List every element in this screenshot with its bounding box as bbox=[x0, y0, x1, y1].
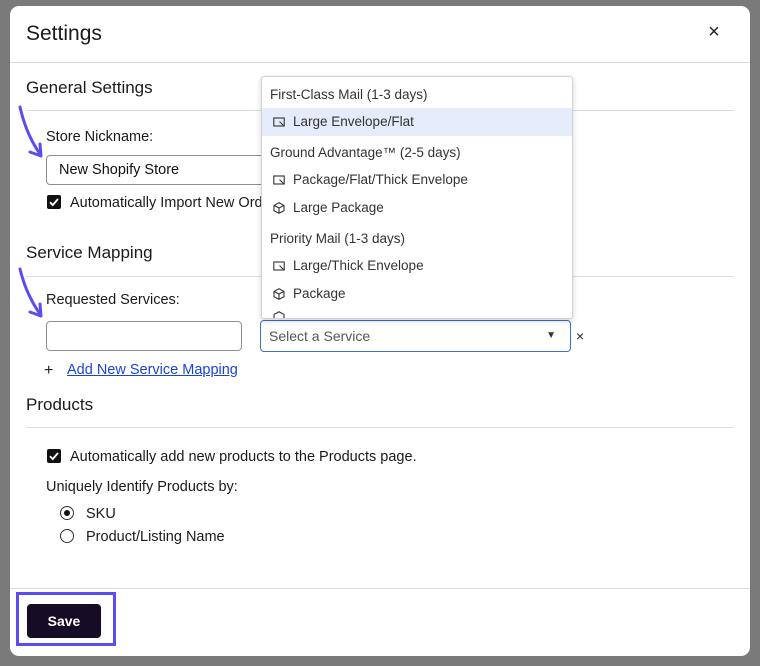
requested-services-label: Requested Services: bbox=[46, 292, 180, 308]
products-divider bbox=[26, 427, 734, 428]
box-icon bbox=[273, 311, 285, 318]
sku-radio-label: SKU bbox=[86, 506, 116, 522]
auto-import-checkbox[interactable] bbox=[47, 195, 61, 209]
annotation-arrow-icon bbox=[18, 105, 43, 158]
box-icon bbox=[273, 202, 285, 214]
auto-add-products-checkbox[interactable] bbox=[47, 449, 61, 463]
envelope-icon bbox=[273, 175, 285, 185]
requested-service-input[interactable] bbox=[46, 321, 242, 351]
sku-radio[interactable] bbox=[60, 506, 74, 520]
product-name-radio-label: Product/Listing Name bbox=[86, 529, 225, 545]
service-dropdown-menu: First-Class Mail (1-3 days) Large Envelo… bbox=[261, 76, 573, 319]
dropdown-item-label: Package/Flat/Thick Envelope bbox=[293, 172, 468, 187]
chevron-down-icon: ▼ bbox=[546, 330, 556, 341]
product-name-radio[interactable] bbox=[60, 529, 74, 543]
header-divider bbox=[10, 62, 750, 63]
clear-mapping-button[interactable]: × bbox=[576, 328, 584, 344]
save-button[interactable]: Save bbox=[27, 604, 101, 638]
auto-import-label: Automatically Import New Ord bbox=[70, 195, 263, 211]
dropdown-group-ground-advantage: Ground Advantage™ (2-5 days) bbox=[270, 145, 461, 160]
dropdown-item-label: Large Envelope/Flat bbox=[293, 114, 414, 129]
dropdown-item-package[interactable]: Package bbox=[262, 280, 572, 308]
service-mapping-title: Service Mapping bbox=[26, 243, 153, 262]
dropdown-item-large-envelope-flat[interactable]: Large Envelope/Flat bbox=[262, 108, 572, 136]
modal-title: Settings bbox=[26, 22, 102, 45]
box-icon bbox=[273, 288, 285, 300]
dropdown-item-label: Package bbox=[293, 286, 346, 301]
footer-divider bbox=[10, 588, 750, 589]
dropdown-item-label: Large/Thick Envelope bbox=[293, 258, 424, 273]
settings-modal: Settings × General Settings Store Nickna… bbox=[10, 6, 750, 656]
envelope-icon bbox=[273, 261, 285, 271]
dropdown-item-package-flat-thick-envelope[interactable]: Package/Flat/Thick Envelope bbox=[262, 166, 572, 194]
service-select-placeholder: Select a Service bbox=[269, 328, 371, 344]
close-button[interactable]: × bbox=[702, 20, 726, 44]
identify-products-label: Uniquely Identify Products by: bbox=[46, 479, 238, 495]
dropdown-item-label: Large Package bbox=[293, 200, 384, 215]
annotation-arrow-icon bbox=[18, 267, 43, 318]
service-select[interactable]: Select a Service ▼ bbox=[260, 320, 571, 352]
plus-icon: + bbox=[44, 362, 54, 379]
add-service-mapping-link[interactable]: Add New Service Mapping bbox=[67, 362, 238, 378]
dropdown-scroll-cutoff bbox=[273, 310, 313, 318]
products-title: Products bbox=[26, 395, 94, 414]
auto-add-products-label: Automatically add new products to the Pr… bbox=[70, 449, 417, 465]
dropdown-group-first-class: First-Class Mail (1-3 days) bbox=[270, 87, 428, 102]
general-settings-title: General Settings bbox=[26, 78, 153, 97]
envelope-icon bbox=[273, 117, 285, 127]
dropdown-group-priority-mail: Priority Mail (1-3 days) bbox=[270, 231, 406, 246]
dropdown-item-large-thick-envelope[interactable]: Large/Thick Envelope bbox=[262, 252, 572, 280]
dropdown-item-large-package[interactable]: Large Package bbox=[262, 194, 572, 222]
store-nickname-label: Store Nickname: bbox=[46, 129, 154, 145]
